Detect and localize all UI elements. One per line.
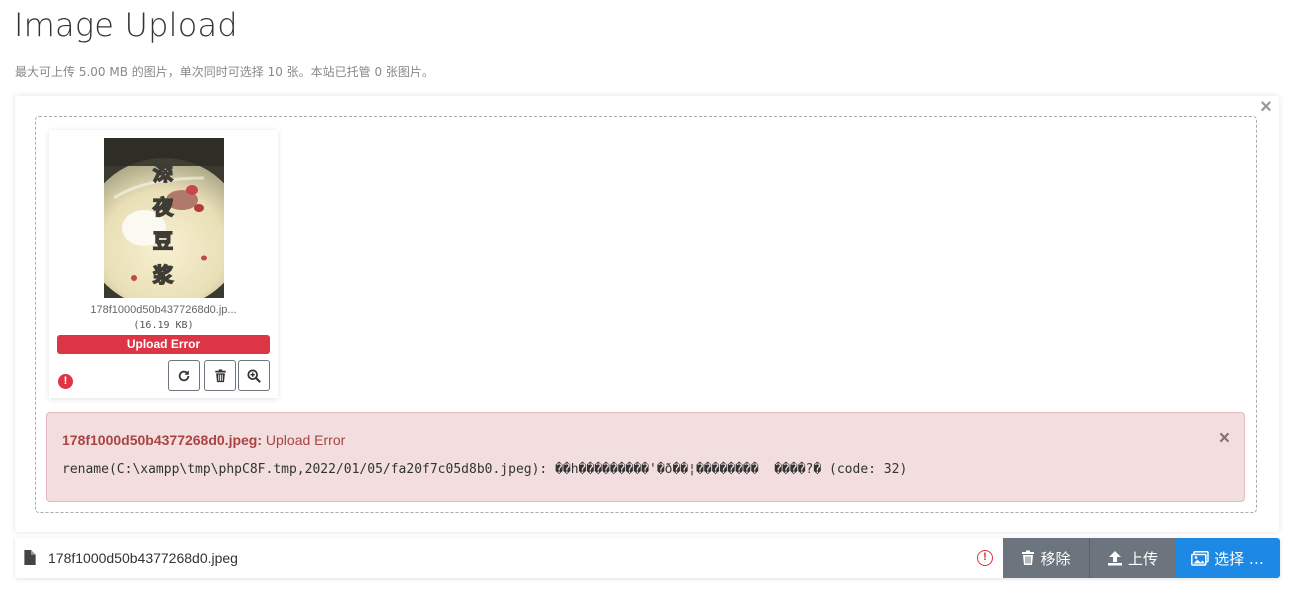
retry-upload-button[interactable] [168, 360, 200, 391]
upload-button-label: 上传 [1127, 549, 1158, 568]
alert-error-message: rename(C:\xampp\tmp\phpC8F.tmp,2022/01/0… [62, 462, 908, 477]
retry-icon [178, 370, 190, 381]
page-title-text: Image Upload [14, 6, 238, 44]
images-icon [1191, 550, 1209, 566]
caption-error-icon: ! [977, 550, 993, 566]
remove-button[interactable]: 移除 [1003, 538, 1089, 578]
upload-error-alert: 178f1000d50b4377268d0.jpeg: Upload Error… [46, 412, 1245, 502]
clear-all-close-icon[interactable]: × [1258, 97, 1274, 117]
remove-file-button[interactable] [204, 360, 236, 391]
thumbnail-image[interactable]: 深 夜 豆 浆 [104, 138, 224, 298]
thumbnail-file-name: 178f1000d50b4377268d0.jp... [90, 304, 237, 316]
page-title: Image Upload Image Upload [13, 6, 238, 49]
thumbnail-caption-char-4: 浆 [152, 263, 174, 287]
trash-icon [1022, 550, 1035, 565]
alert-close-icon[interactable]: × [1219, 429, 1230, 449]
selected-file-name[interactable]: 178f1000d50b4377268d0.jpeg [48, 550, 238, 566]
remove-button-label: 移除 [1040, 549, 1071, 568]
thumbnail-file-size: (16.19 KB) [133, 320, 194, 331]
thumbnail-caption-char-3: 豆 [153, 229, 173, 253]
upload-limits-text: 最大可上传 5.00 MB 的图片，单次同时可选择 10 张。本站已托管 0 张… [15, 65, 434, 79]
file-drop-zone[interactable]: 深 夜 豆 浆 178f1000d50b4377268d0.jp... (16.… [35, 116, 1257, 513]
file-icon [24, 550, 36, 565]
thumbnail-caption-char-2: 夜 [152, 195, 174, 219]
alert-title: 178f1000d50b4377268d0.jpeg: Upload Error [62, 432, 345, 448]
upload-button[interactable]: 上传 [1089, 538, 1175, 578]
alert-status: Upload Error [265, 432, 346, 448]
zoom-preview-button[interactable] [238, 360, 270, 391]
browse-button[interactable]: 选择 … [1175, 538, 1280, 578]
trash-icon [214, 368, 226, 382]
thumbnail-error-icon: ! [58, 374, 73, 389]
zoom-in-icon [247, 368, 261, 383]
upload-card: × 深 夜 豆 浆 178f1000d50b4377268d0.jp... (1… [15, 96, 1279, 532]
thumbnail-caption-char-1: 深 [153, 161, 173, 185]
upload-icon [1107, 551, 1122, 566]
file-caption-bar: 178f1000d50b4377268d0.jpeg ! 移除 上传 选择 … [15, 538, 1280, 578]
file-preview-thumbnail: 深 夜 豆 浆 178f1000d50b4377268d0.jp... (16.… [49, 130, 278, 398]
upload-error-badge: Upload Error [57, 335, 270, 354]
browse-button-label: 选择 … [1214, 549, 1264, 568]
alert-file-name: 178f1000d50b4377268d0.jpeg: [62, 432, 263, 448]
